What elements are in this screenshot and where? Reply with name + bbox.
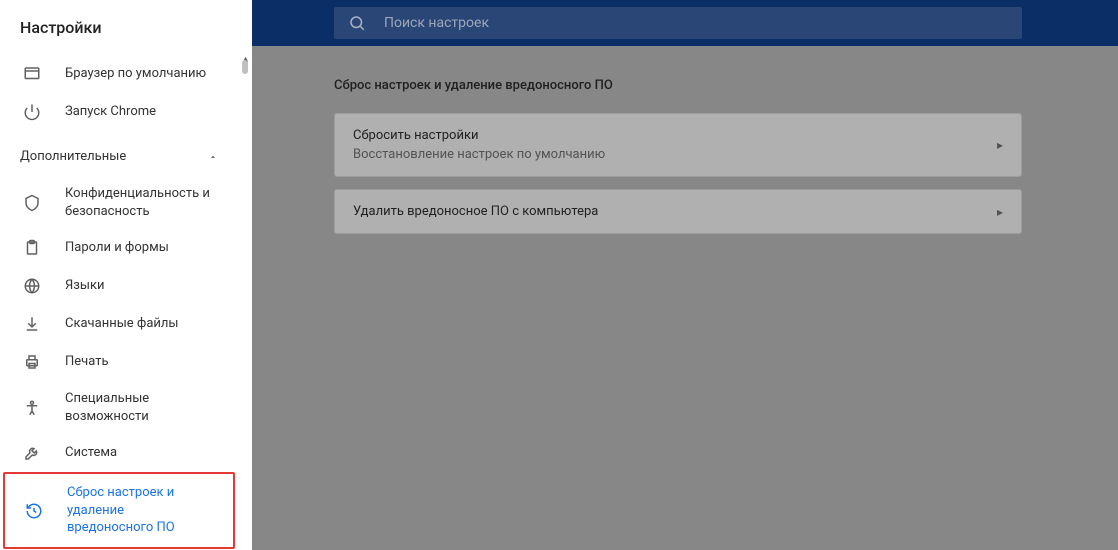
- browser-icon: [22, 64, 42, 84]
- sidebar-item-print[interactable]: Печать: [0, 343, 238, 381]
- print-icon: [22, 352, 42, 372]
- sidebar-item-privacy[interactable]: Конфиденциальность и безопасность: [0, 176, 238, 229]
- sidebar-item-label: Система: [65, 444, 117, 462]
- sidebar-item-default-browser[interactable]: Браузер по умолчанию: [0, 55, 238, 93]
- sidebar-item-label: Печать: [65, 353, 109, 371]
- power-icon: [22, 102, 42, 122]
- sidebar-item-label: Специальные возможности: [65, 390, 218, 425]
- shield-icon: [22, 193, 42, 213]
- nav-advanced: Конфиденциальность и безопасность Пароли…: [0, 176, 238, 549]
- clipboard-icon: [22, 238, 42, 258]
- card-subtitle: Восстановление настроек по умолчанию: [353, 147, 997, 162]
- search-icon: [348, 14, 366, 32]
- download-icon: [22, 314, 42, 334]
- accessibility-icon: [22, 398, 42, 418]
- sidebar-item-label: Сброс настроек и удаление вредоносного П…: [67, 484, 213, 537]
- chevron-up-icon: [208, 152, 218, 162]
- content: Сброс настроек и удаление вредоносного П…: [252, 46, 1118, 278]
- chevron-right-icon: ▸: [997, 138, 1003, 152]
- sidebar-item-label: Скачанные файлы: [65, 315, 179, 333]
- sidebar-item-label: Браузер по умолчанию: [65, 65, 206, 83]
- sidebar-item-passwords[interactable]: Пароли и формы: [0, 229, 238, 267]
- sidebar-item-label: Пароли и формы: [65, 239, 169, 257]
- chevron-right-icon: ▸: [997, 205, 1003, 219]
- card-title: Удалить вредоносное ПО с компьютера: [353, 204, 997, 219]
- sidebar-item-label: Языки: [65, 277, 105, 295]
- sidebar: Настройки Браузер по умолчанию Запуск Ch…: [0, 0, 252, 550]
- sidebar-item-reset[interactable]: Сброс настроек и удаление вредоносного П…: [3, 472, 235, 549]
- sidebar-item-languages[interactable]: Языки: [0, 267, 238, 305]
- card-reset-settings[interactable]: Сбросить настройки Восстановление настро…: [334, 113, 1022, 177]
- sidebar-item-label: Конфиденциальность и безопасность: [65, 185, 218, 220]
- sidebar-item-label: Запуск Chrome: [65, 103, 156, 121]
- sidebar-item-accessibility[interactable]: Специальные возможности: [0, 381, 238, 434]
- restore-icon: [24, 501, 44, 521]
- sidebar-item-on-startup[interactable]: Запуск Chrome: [0, 93, 238, 131]
- sidebar-item-downloads[interactable]: Скачанные файлы: [0, 305, 238, 343]
- topbar: Поиск настроек: [252, 0, 1118, 46]
- card-title: Сбросить настройки: [353, 128, 997, 143]
- page-title: Настройки: [0, 0, 238, 55]
- nav-basic: Браузер по умолчанию Запуск Chrome: [0, 55, 238, 131]
- sidebar-section-advanced[interactable]: Дополнительные: [0, 131, 238, 176]
- card-cleanup[interactable]: Удалить вредоносное ПО с компьютера ▸: [334, 189, 1022, 234]
- wrench-icon: [22, 443, 42, 463]
- sidebar-item-system[interactable]: Система: [0, 434, 238, 472]
- search-placeholder: Поиск настроек: [384, 15, 489, 31]
- section-label: Дополнительные: [20, 149, 126, 164]
- globe-icon: [22, 276, 42, 296]
- search-input[interactable]: Поиск настроек: [334, 7, 1022, 39]
- section-title: Сброс настроек и удаление вредоносного П…: [334, 78, 1036, 93]
- scrollbar-thumb[interactable]: [242, 60, 248, 74]
- main-area: Поиск настроек Сброс настроек и удаление…: [252, 0, 1118, 550]
